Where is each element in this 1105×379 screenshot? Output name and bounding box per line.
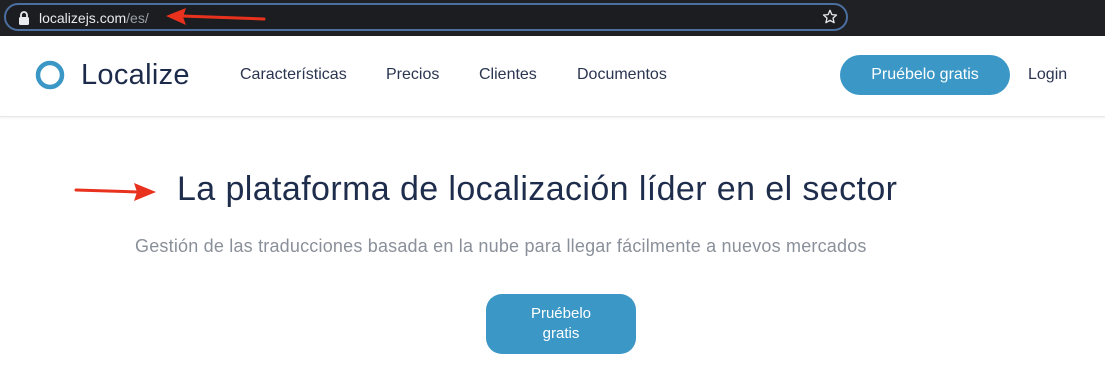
site-header: Localize Características Precios Cliente… — [0, 36, 1105, 117]
lock-icon — [19, 11, 29, 25]
url-path: /es/ — [126, 10, 149, 26]
nav-link-caracteristicas[interactable]: Características — [240, 66, 347, 84]
annotation-arrow-url — [166, 8, 266, 25]
annotation-arrow-title — [74, 183, 156, 201]
nav-link-precios[interactable]: Precios — [386, 66, 439, 84]
star-icon[interactable] — [822, 9, 838, 25]
hero-subtitle: Gestión de las traducciones basada en la… — [135, 236, 867, 256]
logo[interactable]: Localize — [35, 58, 190, 92]
url-domain: localizejs.com — [39, 10, 127, 26]
logo-ring-icon — [35, 60, 65, 90]
nav-link-documentos[interactable]: Documentos — [577, 66, 667, 84]
nav-try-free-button[interactable]: Pruébelo gratis — [840, 55, 1010, 95]
login-link[interactable]: Login — [1028, 66, 1067, 84]
hero-try-free-label: Pruébelo gratis — [530, 305, 592, 342]
address-bar[interactable]: localizejs.com/es/ — [4, 3, 848, 31]
page: localizejs.com/es/ Localize Característi… — [0, 0, 1105, 379]
logo-text: Localize — [81, 58, 190, 91]
hero-title: La plataforma de localización líder en e… — [177, 170, 898, 208]
nav-link-clientes[interactable]: Clientes — [479, 66, 537, 84]
hero-try-free-button[interactable]: Pruébelo gratis — [486, 294, 636, 354]
url-text: localizejs.com/es/ — [39, 10, 149, 26]
